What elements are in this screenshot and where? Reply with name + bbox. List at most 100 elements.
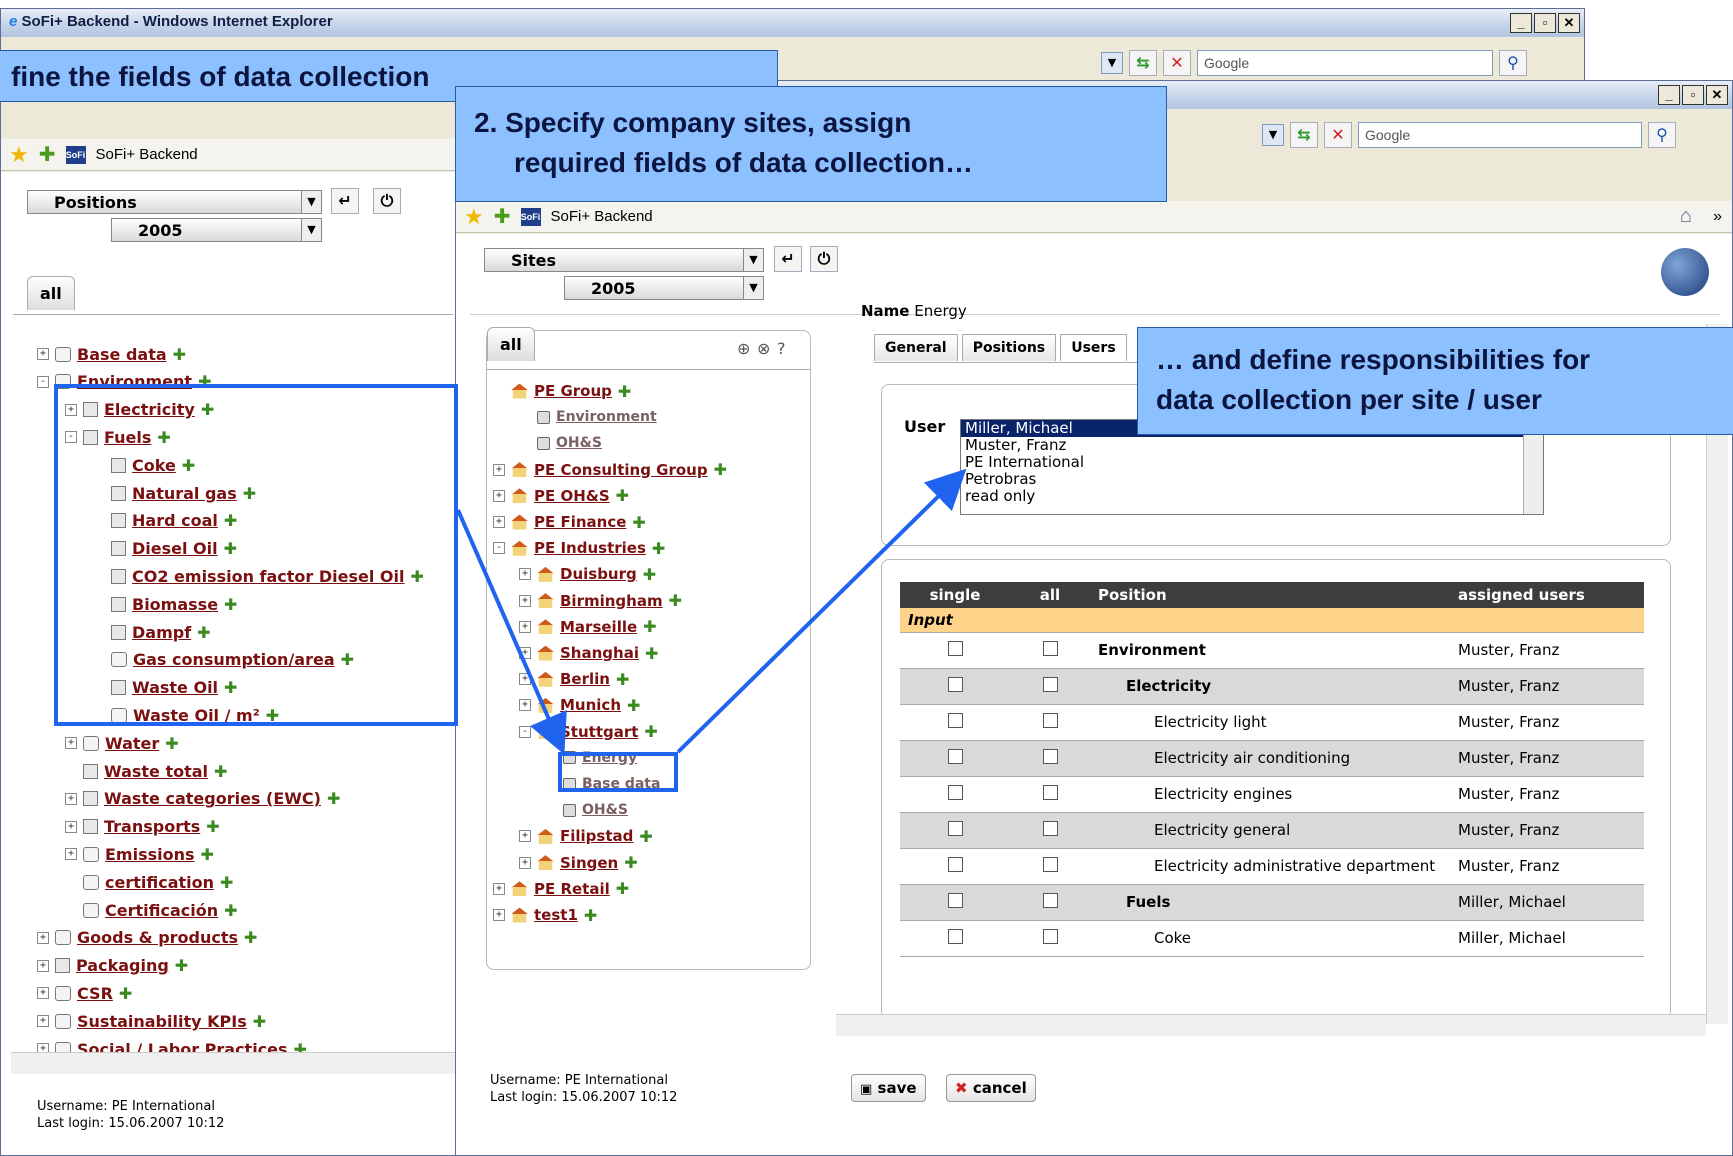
expand-icon[interactable]: + bbox=[37, 987, 49, 1000]
tree-item[interactable]: + Singen ✚ bbox=[519, 851, 638, 875]
single-checkbox[interactable] bbox=[947, 748, 963, 764]
overflow-chevron-icon[interactable]: » bbox=[1713, 208, 1722, 226]
expand-icon[interactable]: + bbox=[519, 647, 531, 659]
view-select[interactable]: Sites ▼ bbox=[484, 248, 764, 272]
add-child-icon[interactable]: ✚ bbox=[643, 617, 656, 636]
user-option[interactable]: PE International bbox=[961, 454, 1543, 471]
tree-item[interactable]: + Water ✚ bbox=[65, 731, 179, 755]
chevron-down-icon[interactable]: ▼ bbox=[301, 219, 321, 241]
expand-icon[interactable]: + bbox=[65, 820, 77, 833]
add-child-icon[interactable]: ✚ bbox=[627, 696, 640, 715]
user-option[interactable]: Petrobras bbox=[961, 471, 1543, 488]
add-child-icon[interactable]: ✚ bbox=[206, 817, 219, 836]
enter-icon[interactable]: ↵ bbox=[774, 246, 802, 272]
tree-item-label[interactable]: OH&S bbox=[582, 802, 628, 818]
tree-item[interactable]: - Stuttgart ✚ bbox=[519, 720, 658, 744]
tree-item-label[interactable]: Sustainability KPIs bbox=[77, 1012, 247, 1031]
tree-item-label[interactable]: certification bbox=[105, 873, 214, 892]
expand-icon[interactable]: + bbox=[519, 673, 531, 686]
tree-item-label[interactable]: Singen bbox=[560, 854, 618, 872]
tree-item-label[interactable]: OH&S bbox=[556, 435, 602, 451]
add-child-icon[interactable]: ✚ bbox=[645, 644, 658, 663]
power-icon[interactable]: ⏻ bbox=[810, 246, 838, 272]
tree-item-label[interactable]: PE Finance bbox=[534, 513, 626, 531]
expand-icon[interactable]: + bbox=[37, 348, 49, 360]
user-option[interactable]: Muster, Franz bbox=[961, 437, 1543, 454]
tree-item-label[interactable]: Shanghai bbox=[560, 644, 639, 662]
add-child-icon[interactable]: ✚ bbox=[624, 853, 637, 872]
tab-all[interactable]: all bbox=[487, 327, 535, 361]
address-dropdown-button[interactable]: ▼ bbox=[1101, 52, 1123, 74]
tree-item[interactable]: + Marseille ✚ bbox=[519, 615, 657, 639]
add-child-icon[interactable]: ✚ bbox=[165, 734, 178, 753]
address-dropdown-button[interactable]: ▼ bbox=[1262, 124, 1284, 146]
column-header[interactable]: single bbox=[900, 582, 1010, 608]
tree-item[interactable]: + CSR ✚ bbox=[37, 981, 132, 1005]
expand-icon[interactable]: + bbox=[37, 1015, 49, 1028]
add-child-icon[interactable]: ✚ bbox=[175, 956, 188, 975]
add-child-icon[interactable]: ✚ bbox=[220, 873, 233, 892]
tree-item[interactable]: OH&S bbox=[545, 798, 628, 822]
add-child-icon[interactable]: ✚ bbox=[616, 486, 629, 505]
tree-item-label[interactable]: Goods & products bbox=[77, 928, 238, 947]
tree-item[interactable]: + PE Retail ✚ bbox=[493, 877, 629, 901]
minimize-button[interactable]: _ bbox=[1510, 13, 1532, 33]
single-checkbox[interactable] bbox=[947, 856, 963, 872]
tree-item[interactable]: + Emissions ✚ bbox=[65, 842, 214, 866]
add-child-icon[interactable]: ✚ bbox=[616, 670, 629, 689]
tree-item[interactable]: + PE Consulting Group ✚ bbox=[493, 458, 727, 482]
horizontal-scrollbar[interactable] bbox=[836, 1014, 1706, 1036]
single-checkbox[interactable] bbox=[947, 640, 963, 656]
power-icon[interactable]: ⏻ bbox=[373, 188, 401, 214]
tree-item[interactable]: + Birmingham ✚ bbox=[519, 589, 682, 613]
tree-item[interactable]: + Sustainability KPIs ✚ bbox=[37, 1009, 266, 1033]
column-header[interactable]: Position bbox=[1090, 582, 1450, 608]
single-checkbox[interactable] bbox=[947, 676, 963, 692]
search-icon[interactable]: ⚲ bbox=[1499, 50, 1527, 76]
add-child-icon[interactable]: ✚ bbox=[669, 591, 682, 610]
single-checkbox[interactable] bbox=[947, 784, 963, 800]
expand-icon[interactable]: + bbox=[493, 463, 505, 476]
tab-general[interactable]: General bbox=[874, 334, 958, 361]
add-child-icon[interactable]: ✚ bbox=[173, 345, 186, 364]
search-input[interactable]: Google bbox=[1358, 122, 1642, 148]
tree-item[interactable]: - PE Industries ✚ bbox=[493, 536, 665, 560]
collapse-icon[interactable]: - bbox=[37, 375, 49, 388]
add-child-icon[interactable]: ✚ bbox=[327, 789, 340, 808]
all-checkbox[interactable] bbox=[1042, 640, 1058, 656]
close-button[interactable]: ✕ bbox=[1706, 85, 1728, 105]
single-checkbox[interactable] bbox=[947, 712, 963, 728]
add-child-icon[interactable]: ✚ bbox=[618, 382, 631, 401]
expand-icon[interactable]: + bbox=[519, 856, 531, 869]
enter-icon[interactable]: ↵ bbox=[331, 188, 359, 214]
tree-item-label[interactable]: Base data bbox=[77, 345, 167, 364]
column-header[interactable]: assigned users bbox=[1450, 582, 1644, 608]
column-header[interactable]: all bbox=[1010, 582, 1090, 608]
chevron-down-icon[interactable]: ▼ bbox=[743, 249, 763, 271]
single-checkbox[interactable] bbox=[947, 928, 963, 944]
expand-icon[interactable]: + bbox=[37, 959, 49, 972]
all-checkbox[interactable] bbox=[1042, 892, 1058, 908]
year-select[interactable]: 2005 ▼ bbox=[564, 276, 764, 300]
horizontal-scrollbar[interactable] bbox=[11, 1052, 456, 1074]
chevron-down-icon[interactable]: ▼ bbox=[301, 191, 321, 213]
tree-item[interactable]: + Duisburg ✚ bbox=[519, 562, 656, 586]
tree-item-label[interactable]: PE Industries bbox=[534, 539, 646, 557]
expand-icon[interactable]: + bbox=[493, 909, 505, 921]
tree-item-label[interactable]: PE OH&S bbox=[534, 487, 610, 505]
all-checkbox[interactable] bbox=[1042, 928, 1058, 944]
add-child-icon[interactable]: ✚ bbox=[253, 1012, 266, 1031]
add-child-icon[interactable]: ✚ bbox=[643, 565, 656, 584]
expand-icon[interactable]: + bbox=[65, 792, 77, 805]
back-tab-label[interactable]: SoFi+ Backend bbox=[96, 146, 198, 163]
maximize-button[interactable]: ▫ bbox=[1534, 13, 1556, 33]
maximize-button[interactable]: ▫ bbox=[1682, 85, 1704, 105]
view-select[interactable]: Positions ▼ bbox=[27, 190, 322, 214]
cancel-button[interactable]: ✖ cancel bbox=[946, 1074, 1036, 1102]
refresh-icon[interactable]: ⇆ bbox=[1129, 50, 1157, 76]
tree-item-label[interactable]: Filipstad bbox=[560, 827, 633, 845]
all-checkbox[interactable] bbox=[1042, 856, 1058, 872]
tree-item-label[interactable]: Berlin bbox=[560, 670, 610, 688]
save-button[interactable]: ▣ save bbox=[851, 1074, 926, 1102]
all-checkbox[interactable] bbox=[1042, 712, 1058, 728]
